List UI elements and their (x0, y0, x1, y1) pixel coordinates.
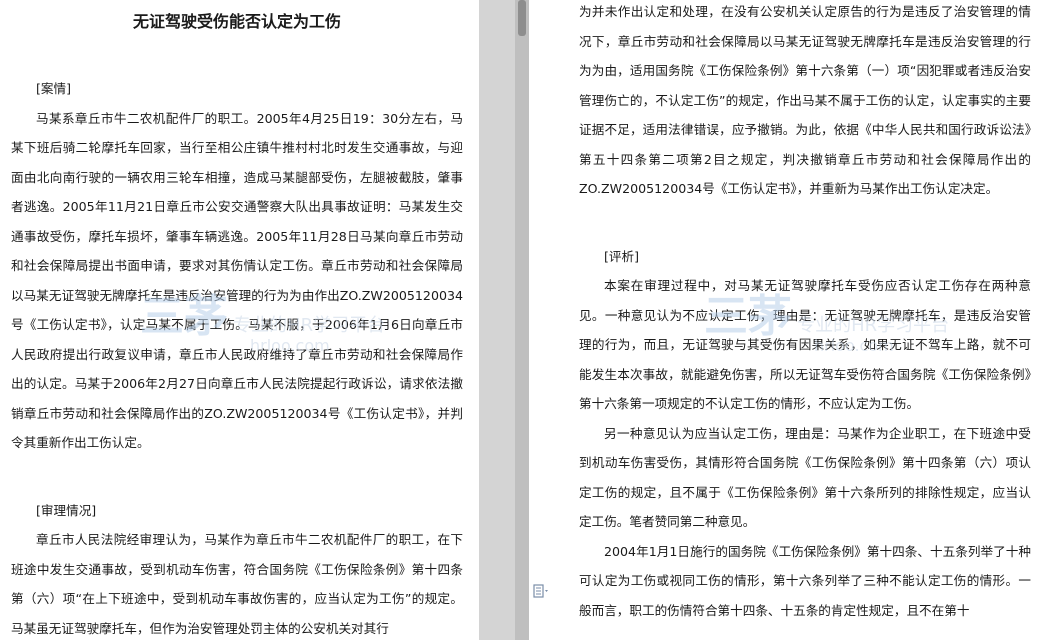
section-heading-analysis: [评析] (604, 248, 640, 264)
section-heading-trial: [审理情况] (36, 502, 97, 518)
paragraph-analysis-regulation: 2004年1月1日施行的国务院《工伤保险条例》第十四条、十五条列举了十种可认定为… (579, 543, 1031, 618)
vertical-scrollbar[interactable] (515, 0, 529, 640)
page-left-column: 无证驾驶受伤能否认定为工伤 [案情] 马某系章丘市牛二农机配件厂的职工。2005… (11, 0, 463, 640)
document-icon[interactable] (533, 584, 551, 600)
paragraph-trial-start: 章丘市人民法院经审理认为，马某作为章丘市牛二农机配件厂的职工，在下班途中发生交通… (11, 532, 463, 636)
page-right-column: 为并未作出认定和处理，在没有公安机关认定原告的行为是违反了治安管理的情况下，章丘… (579, 0, 1031, 625)
document-page-left: 无证驾驶受伤能否认定为工伤 [案情] 马某系章丘市牛二农机配件厂的职工。2005… (0, 0, 479, 640)
paragraph-trial-continued: 为并未作出认定和处理，在没有公安机关认定原告的行为是违反了治安管理的情况下，章丘… (579, 4, 1031, 196)
document-title: 无证驾驶受伤能否认定为工伤 (132, 12, 341, 31)
paragraph-case-facts: 马某系章丘市牛二农机配件厂的职工。2005年4月25日19：30分左右，马某下班… (11, 110, 463, 451)
scrollbar-thumb[interactable] (518, 0, 526, 36)
section-heading-case: [案情] (36, 81, 72, 96)
paragraph-analysis-second-opinion: 另一种意见认为应当认定工伤，理由是：马某作为企业职工，在下班途中受到机动车伤害受… (579, 425, 1031, 530)
document-page-right: 为并未作出认定和处理，在没有公安机关认定原告的行为是违反了治安管理的情况下，章丘… (529, 0, 1039, 640)
paragraph-analysis-opinions: 本案在审理过程中，对马某无证驾驶摩托车受伤应否认定工伤存在两种意见。一种意见认为… (579, 278, 1031, 411)
